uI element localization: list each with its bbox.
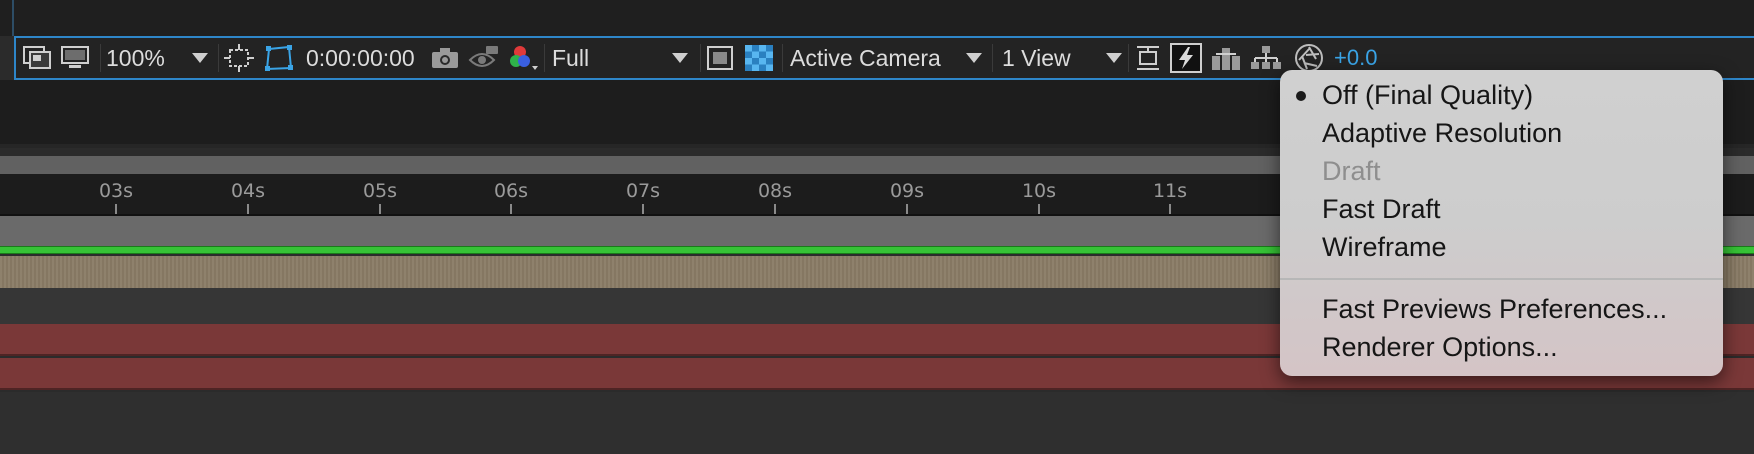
- monitor-icon[interactable]: [60, 38, 94, 78]
- zoom-value: 100%: [106, 44, 165, 71]
- fast-previews-menu: Off (Final Quality) Adaptive Resolution …: [1280, 70, 1723, 376]
- ruler-tick-mark: [1038, 204, 1040, 214]
- checked-bullet-icon: [1296, 91, 1306, 101]
- separator: [782, 44, 783, 72]
- exposure-text: +0.0: [1334, 45, 1378, 70]
- ruler-tick-label: 07s: [625, 180, 661, 202]
- resolution-dropdown-arrow[interactable]: [672, 38, 688, 78]
- separator: [218, 44, 219, 72]
- ruler-tick-label: 08s: [757, 180, 793, 202]
- current-time-display[interactable]: 0:00:00:00: [306, 38, 428, 78]
- ruler-tick-mark: [774, 204, 776, 214]
- region-of-interest-icon[interactable]: [224, 38, 256, 78]
- fast-previews-region-icon[interactable]: [706, 38, 738, 78]
- menu-item-off-final-quality[interactable]: Off (Final Quality): [1322, 80, 1533, 111]
- snapshot-camera-icon[interactable]: [430, 38, 464, 78]
- ruler-tick-mark: [510, 204, 512, 214]
- menu-item-adaptive-resolution[interactable]: Adaptive Resolution: [1322, 118, 1562, 149]
- separator: [992, 44, 993, 72]
- view-layout-dropdown-arrow[interactable]: [1106, 38, 1122, 78]
- menu-item-draft: Draft: [1322, 156, 1381, 186]
- toggle-pixel-aspect-icon[interactable]: [1134, 38, 1166, 78]
- ruler-tick-label: 10s: [1021, 180, 1057, 202]
- chevron-down-icon: [192, 53, 208, 63]
- 3d-view-select[interactable]: Active Camera: [790, 38, 990, 78]
- resolution-value: Full: [552, 44, 590, 71]
- always-preview-icon[interactable]: [22, 38, 54, 78]
- ruler-tick-mark: [906, 204, 908, 214]
- separator: [100, 44, 101, 72]
- fast-previews-lightning-icon[interactable]: [1170, 38, 1204, 78]
- ruler-tick-label: 06s: [493, 180, 529, 202]
- ruler-tick-mark: [642, 204, 644, 214]
- timeline-empty-area: [0, 392, 1754, 454]
- ruler-tick-label: 03s: [98, 180, 134, 202]
- separator: [700, 44, 701, 72]
- ruler-tick-label: 09s: [889, 180, 925, 202]
- zoom-dropdown-arrow[interactable]: [192, 38, 208, 78]
- resolution-select[interactable]: Full: [552, 38, 682, 78]
- menu-item-renderer-options[interactable]: Renderer Options...: [1322, 332, 1558, 363]
- ruler-tick-label: 05s: [362, 180, 398, 202]
- separator: [544, 44, 545, 72]
- panel-top-strip: [0, 0, 1754, 36]
- menu-item-fast-draft[interactable]: Fast Draft: [1322, 194, 1441, 225]
- chevron-down-icon: [1106, 53, 1122, 63]
- transparency-grid-mask-icon[interactable]: [264, 38, 296, 78]
- show-snapshot-icon[interactable]: [468, 38, 502, 78]
- rgb-channels-icon[interactable]: [508, 38, 542, 78]
- chevron-down-icon: [966, 53, 982, 63]
- ruler-tick-mark: [379, 204, 381, 214]
- view-layout-value: 1 View: [1002, 44, 1071, 71]
- ruler-tick-mark: [247, 204, 249, 214]
- ruler-tick-label: 04s: [230, 180, 266, 202]
- menu-item-wireframe[interactable]: Wireframe: [1322, 232, 1447, 263]
- timeline-flowchart-icon[interactable]: [1210, 38, 1244, 78]
- comp-flowchart-icon[interactable]: [1250, 38, 1284, 78]
- separator: [1128, 44, 1129, 72]
- panel-edge-line: [12, 0, 14, 36]
- transparency-grid-icon[interactable]: [744, 38, 778, 78]
- ruler-tick-mark: [115, 204, 117, 214]
- timecode: 0:00:00:00: [306, 44, 415, 71]
- menu-item-fast-previews-preferences[interactable]: Fast Previews Preferences...: [1322, 294, 1667, 325]
- menu-separator: [1280, 278, 1723, 280]
- ruler-tick-mark: [1169, 204, 1171, 214]
- 3d-view-value: Active Camera: [790, 44, 941, 71]
- chevron-down-icon: [672, 53, 688, 63]
- 3d-view-dropdown-arrow[interactable]: [966, 38, 982, 78]
- ruler-tick-label: 11s: [1152, 180, 1188, 202]
